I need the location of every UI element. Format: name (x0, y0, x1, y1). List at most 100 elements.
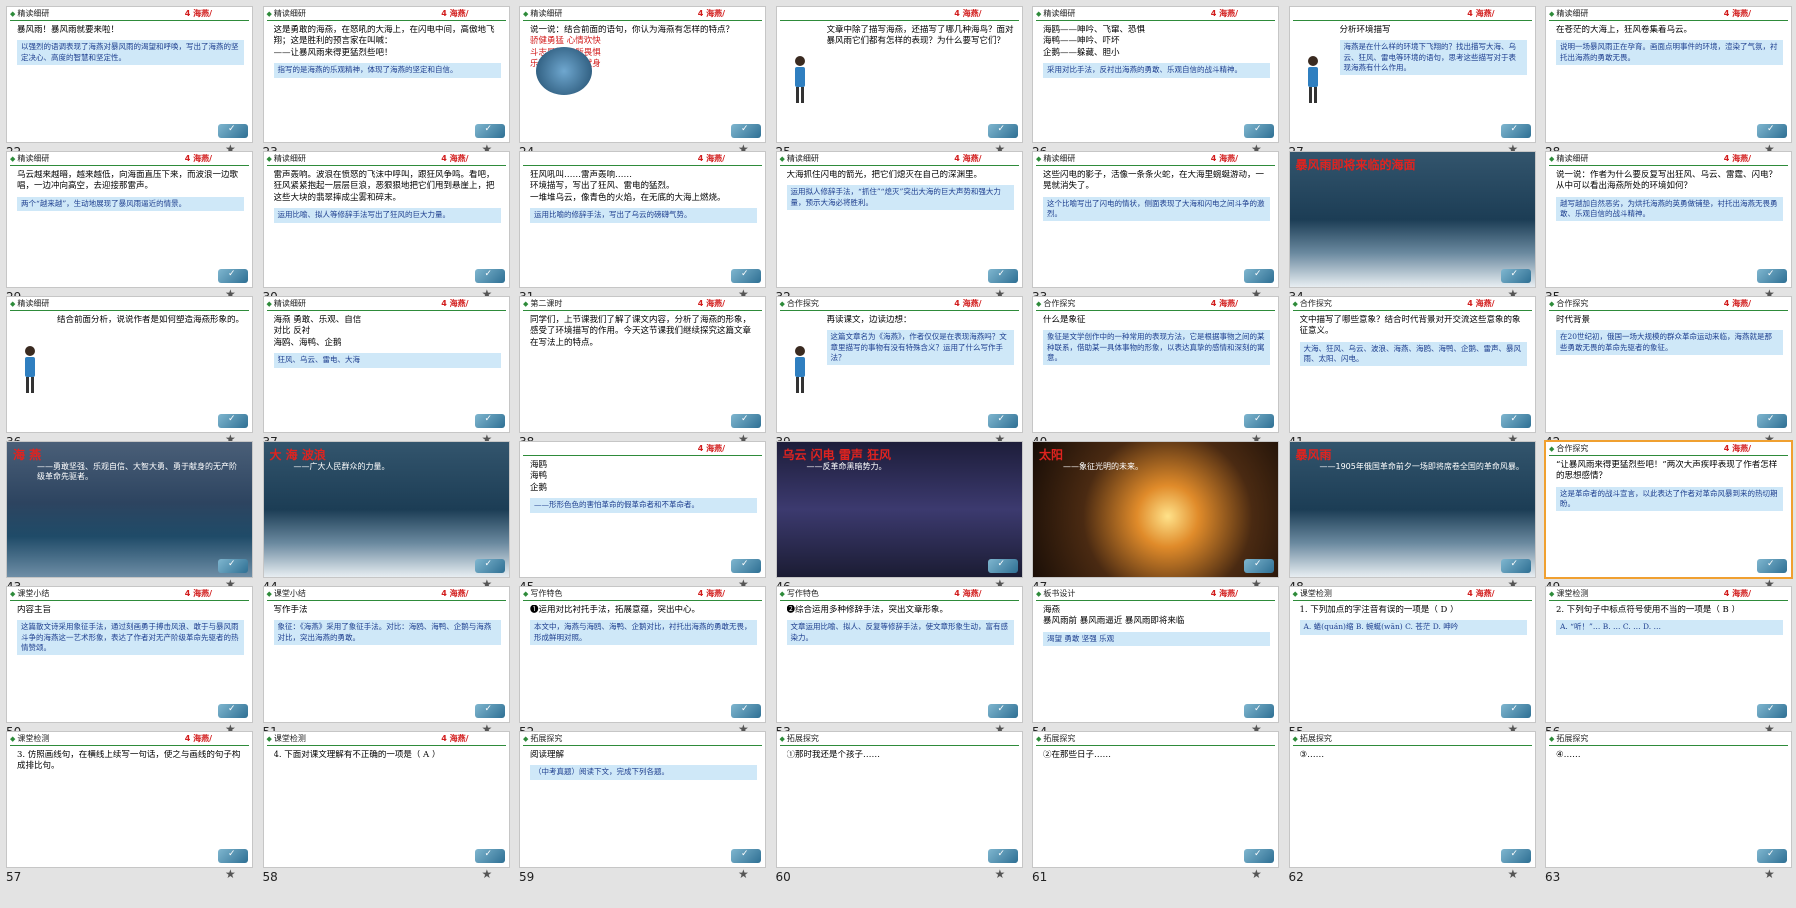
slide-body-text: 这些闪电的影子，活像一条条火蛇，在大海里蜿蜒游动，一晃就消失了。 这个比喻写出了闪… (1043, 170, 1270, 265)
slide-thumbnail[interactable]: 拓展探究 ④…… (1545, 731, 1792, 868)
slide-logo-icon (1757, 704, 1787, 718)
slide-thumbnail[interactable]: 精读细研 4 海燕/雷声轰响。波浪在愤怒的飞沫中呼叫，跟狂风争鸣。看吧，狂风紧紧抱… (262, 151, 510, 288)
slide-photo-caption: ——反革命黑暗势力。 (806, 462, 887, 471)
slide-header: 精读细研 4 海燕/ (777, 152, 1022, 166)
slide-text-line: 两个“越来越”，生动地展现了暴风雨逼近的情景。 (17, 196, 244, 212)
slide-thumbnail-cell: 精读细研 4 海燕/海鸥——呻吟、飞窜、恐惧海鸭——呻吟、吓坏企鹅——躲藏、胆小采… (1026, 0, 1282, 167)
slide-section-label: 拓展探究 (1549, 733, 1588, 744)
slide-thumbnail[interactable]: 精读细研结合前面分析，说说作者是如何塑造海燕形象的。 (6, 296, 253, 433)
slide-section-label: 合作探究 (1036, 298, 1075, 309)
slide-thumbnail[interactable]: 合作探究 4 海燕/什么是象征象征是文学创作中的一种常用的表现方法，它是根据事物之… (1032, 296, 1279, 433)
slide-thumbnail-cell: 合作探究 4 海燕/文中描写了哪些意象？结合时代背景对开交流这些意象的象征意义。大… (1283, 290, 1539, 457)
slide-section-label: 第二课时 (523, 298, 562, 309)
slide-logo-icon (1244, 269, 1274, 283)
slide-thumbnail-cell: 拓展探究阅读理解 （中考真题）阅读下文，完成下列各题。 59 ★ (513, 725, 769, 892)
slide-thumbnail[interactable]: 精读细研4 海燕/说一说：结合前面的语句，你认为海燕有怎样的特点？骄健勇猛 心情… (519, 6, 766, 143)
slide-text-line: 文章运用比喻、拟人、反复等修辞手法，使文章形象生动，富有感染力。 (786, 620, 1014, 645)
slide-thumbnail[interactable]: 4 海燕/分析环境描写 海燕是在什么样的环境下飞翔的？找出描写大海、乌云、狂风、雷… (1288, 6, 1536, 143)
slide-logo-icon (1500, 414, 1531, 428)
slide-thumbnail[interactable]: 暴风雨 ——1905年俄国革命前夕一场即将席卷全国的革命风暴。 (1288, 441, 1536, 578)
teacher-figure-icon (791, 55, 809, 105)
slide-logo-icon (474, 269, 505, 283)
slide-text-line: ①那时我还是个孩子…… (786, 750, 881, 760)
slide-animation-star-icon[interactable]: ★ (1251, 867, 1262, 881)
slide-thumbnail-cell: 精读细研结合前面分析，说说作者是如何塑造海燕形象的。36★ (0, 290, 256, 457)
slide-logo-icon (987, 414, 1018, 428)
slide-lesson-tag: 4 海燕/ (697, 9, 725, 18)
slide-thumbnail[interactable]: 大 海 波浪 ——广大人民群众的力量。 (262, 441, 510, 578)
slide-thumbnail[interactable]: 合作探究 4 海燕/再读课文，边读边想： 这篇文章名为《海燕》，作者仅仅是在表现海燕… (775, 296, 1023, 433)
slide-thumbnail[interactable]: 4 海燕/文章中除了描写海燕，还描写了哪几种海鸟？面对暴风雨它们都有怎样的表现？… (775, 6, 1023, 143)
slide-logo-icon (731, 849, 761, 863)
slide-thumbnail[interactable]: 拓展探究阅读理解 （中考真题）阅读下文，完成下列各题。 (519, 731, 766, 868)
slide-body-text: 阅读理解 （中考真题）阅读下文，完成下列各题。 (530, 750, 757, 845)
slide-thumbnail[interactable]: 乌云 闪电 雷声 狂风 ——反革命黑暗势力。 (775, 441, 1023, 578)
slide-thumbnail[interactable]: 合作探究 4 海燕/时代背景在20世纪初，俄国一场大规模的群众革命运动来临，海燕就… (1545, 296, 1792, 433)
slide-thumbnail-cell: 太阳——象征光明的未来。47★ (1026, 435, 1282, 602)
slide-text-line: 大海抓住闪电的箭光，把它们熄灭在自己的深渊里。 (786, 170, 983, 180)
teacher-figure-icon (1304, 55, 1322, 105)
slide-text-line: 暴风雨！暴风雨就要来啦！ (17, 25, 120, 35)
slide-thumbnail[interactable]: 4 海燕/海鸥 海鸭 企鹅 ——形形色色的害怕革命的假革命者和不革命者。 (519, 441, 766, 578)
slide-animation-star-icon[interactable]: ★ (1764, 867, 1775, 881)
slide-thumbnail[interactable]: 写作特色 4 海燕/❶运用对比衬托手法，拓展意蕴，突出中心。本文中，海燕与海鸥、海… (519, 586, 766, 723)
slide-thumbnail[interactable]: 拓展探究 ②在那些日子…… (1032, 731, 1279, 868)
slide-header-rule (1549, 455, 1788, 456)
slide-logo-icon (218, 414, 248, 428)
slide-text-line: 象征是文学创作中的一种常用的表现方法，它是根据事物之间的某种联系，借助某一具体事… (1043, 330, 1270, 365)
slide-header: 拓展探究 (777, 732, 1022, 746)
slide-header: 精读细研 4 海燕/ (1546, 152, 1791, 166)
slide-logo-icon (731, 414, 761, 428)
slide-thumbnail[interactable]: 精读细研 4 海燕/这是勇敢的海燕，在怒吼的大海上，在闪电中间，高傲地飞翔；这是胜… (262, 6, 510, 143)
slide-header: 课堂小结 4 海燕/ (7, 587, 252, 601)
slide-thumbnail[interactable]: 写作特色 4 海燕/❷综合运用多种修辞手法，突出文章形象。文章运用比喻、拟人、反复… (775, 586, 1023, 723)
slide-text-line: 再读课文，边读边想： (826, 315, 912, 325)
slide-thumbnail[interactable]: 课堂检测 4 海燕/1. 下列加点的字注音有误的一项是（ D ） A. 蜷(quán… (1288, 586, 1536, 723)
slide-header-rule (779, 600, 1019, 601)
slide-animation-star-icon[interactable]: ★ (738, 867, 749, 881)
slide-logo-icon (218, 269, 248, 283)
slide-lesson-tag: 4 海燕/ (954, 9, 982, 18)
slide-thumbnail[interactable]: 课堂检测 4 海燕/3. 仿照画线句，在横线上续写一句话，使之与画线的句子构成排比… (6, 731, 253, 868)
slide-thumbnail[interactable]: 课堂小结 4 海燕/内容主旨这篇散文诗采用象征手法，通过刻画勇于搏击风浪、敢于与暴… (6, 586, 253, 723)
slide-animation-star-icon[interactable]: ★ (1508, 867, 1519, 881)
slide-thumbnail[interactable]: 4 海燕/狂风吼叫……雷声轰响…… 环境描写，写出了狂风、雷电的猛烈。 一堆堆乌云，… (519, 151, 766, 288)
slide-animation-star-icon[interactable]: ★ (995, 867, 1006, 881)
slide-thumbnail[interactable]: 太阳 ——象征光明的未来。 (1032, 441, 1279, 578)
slide-thumbnail[interactable]: 板书设计 4 海燕/海燕暴风雨前 暴风雨逼近 暴风雨即将来临渴望 勇敢 坚强 乐观 (1032, 586, 1279, 723)
slide-photo-title: 海 燕 (13, 448, 42, 462)
slide-thumbnail[interactable]: 第二课时 4 海燕/同学们，上节课我们了解了课文内容，分析了海燕的形象，感受了环境… (519, 296, 766, 433)
slide-header-rule (266, 310, 506, 311)
slide-thumbnail[interactable]: 精读细研 4 海燕/这些闪电的影子，活像一条条火蛇，在大海里蜿蜒游动，一晃就消失了… (1032, 151, 1279, 288)
slide-thumbnail[interactable]: 拓展探究 ③…… (1288, 731, 1536, 868)
slide-text-line: ④…… (1556, 750, 1581, 760)
slide-thumbnail[interactable]: 精读细研 4 海燕/大海抓住闪电的箭光，把它们熄灭在自己的深渊里。运用拟人修辞手法… (775, 151, 1023, 288)
slide-lesson-tag: 4 海燕/ (441, 299, 469, 308)
slide-animation-star-icon[interactable]: ★ (482, 867, 493, 881)
slide-text-line: 说明一场暴风雨正在孕育。画面点明事件的环境，渲染了气氛，衬托出海燕的勇敢无畏。 (1556, 40, 1783, 65)
slide-thumbnail[interactable]: 拓展探究 ①那时我还是个孩子…… (775, 731, 1023, 868)
slide-thumbnail[interactable]: 精读细研 4 海燕/暴风雨！暴风雨就要来啦！ 以强烈的语调表现了海燕对暴风雨的渴望和… (6, 6, 253, 143)
slide-header: 合作探究 4 海燕/ (1546, 442, 1791, 456)
slide-thumbnail[interactable]: 合作探究 4 海燕/ “让暴风雨来得更猛烈些吧！”两次大声疾呼表现了作者怎样的思想感… (1544, 440, 1793, 579)
slide-animation-star-icon[interactable]: ★ (225, 867, 236, 881)
slide-thumbnail[interactable]: 课堂检测 4 海燕/2. 下列句子中标点符号使用不当的一项是（ B ） A. “听！… (1545, 586, 1792, 723)
slide-thumbnail[interactable]: 精读细研 4 海燕/海鸥——呻吟、飞窜、恐惧海鸭——呻吟、吓坏企鹅——躲藏、胆小采… (1032, 6, 1279, 143)
slide-thumbnail[interactable]: 精读细研 4 海燕/乌云越来越暗，越来越低，向海面直压下来，而波浪一边歌唱，一边冲… (6, 151, 253, 288)
slide-section-label: 精读细研 (267, 8, 306, 19)
slide-thumbnail[interactable]: 精读细研 4 海燕/海燕 勇敢、乐观、自信对比 反衬海鸥、海鸭、企鹅狂风、乌云、雷… (262, 296, 510, 433)
slide-photo-caption: ——勇敢坚强、乐观自信、大智大勇、勇于献身的无产阶级革命先驱者。 (37, 462, 237, 482)
slide-thumbnail[interactable]: 精读细研 4 海燕/在苍茫的大海上，狂风卷集着乌云。说明一场暴风雨正在孕育。画面点… (1545, 6, 1792, 143)
slide-thumbnail[interactable]: 合作探究 4 海燕/文中描写了哪些意象？结合时代背景对开交流这些意象的象征意义。大… (1288, 296, 1536, 433)
slide-lesson-tag: 4 海燕/ (1467, 299, 1495, 308)
slide-thumbnail-cell: 4 海燕/文章中除了描写海燕，还描写了哪几种海鸟？面对暴风雨它们都有怎样的表现？… (770, 0, 1026, 167)
slide-thumbnail[interactable]: 课堂小结 4 海燕/写作手法象征：《海燕》采用了象征手法。对比：海鸥、海鸭、企鹅与… (262, 586, 510, 723)
slide-thumbnail[interactable]: 海 燕 ——勇敢坚强、乐观自信、大智大勇、勇于献身的无产阶级革命先驱者。 (6, 441, 253, 578)
slide-text-line: 一堆堆乌云，像青色的火焰，在无底的大海上燃烧。 (530, 192, 726, 203)
slide-text-line: 内容主旨 (17, 605, 52, 615)
slide-thumbnail[interactable]: 暴风雨即将来临的海面 (1288, 151, 1536, 288)
slide-text-line: 渴望 勇敢 坚强 乐观 (1043, 631, 1270, 647)
slide-thumbnail[interactable]: 精读细研 4 海燕/说一说：作者为什么要反复写出狂风、乌云、雷霆、闪电？从中可以看… (1545, 151, 1792, 288)
slide-thumbnail-cell: 精读细研 4 海燕/这是勇敢的海燕，在怒吼的大海上，在闪电中间，高傲地飞翔；这是胜… (257, 0, 513, 167)
slide-thumbnail[interactable]: 课堂检测 4 海燕/4. 下面对课文理解有不正确的一项是（ A ） (262, 731, 510, 868)
